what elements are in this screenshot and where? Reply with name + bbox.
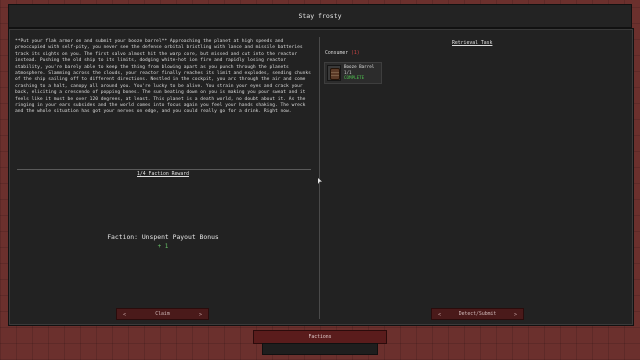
submit-prev-arrow[interactable]: < xyxy=(438,309,441,321)
claim-prev-arrow[interactable]: < xyxy=(123,309,126,321)
barrel-shape xyxy=(330,68,340,80)
consumer-text: Consumer xyxy=(325,51,349,56)
submit-button-label: Detect/Submit xyxy=(458,312,497,317)
submit-next-arrow[interactable]: > xyxy=(514,309,517,321)
claim-next-arrow[interactable]: > xyxy=(199,309,202,321)
item-card[interactable]: Booze Barrel 1/1 COMPLETE xyxy=(324,62,382,84)
window-title: Stay frosty xyxy=(298,12,342,20)
claim-button[interactable]: < Claim > xyxy=(116,308,209,320)
payout-label: Faction: Unspent Payout Bonus xyxy=(107,233,219,241)
hotbar xyxy=(262,343,378,355)
payout-value: + 1 xyxy=(157,243,169,250)
submit-button[interactable]: < Detect/Submit > xyxy=(431,308,524,320)
quest-description-panel: **Put your flak armor on and submit your… xyxy=(15,39,311,116)
factions-button[interactable]: Factions xyxy=(253,330,387,344)
consumer-label: Consumer (1) xyxy=(325,51,360,56)
quest-description: **Put your flak armor on and submit your… xyxy=(15,39,311,115)
item-name: Booze Barrel xyxy=(344,64,375,69)
panel-divider xyxy=(319,37,320,319)
reward-title[interactable]: 1/4 Faction Reward xyxy=(16,172,310,177)
consumer-count: (1) xyxy=(351,51,360,56)
quest-window: **Put your flak armor on and submit your… xyxy=(8,28,634,326)
booze-barrel-icon xyxy=(327,65,341,81)
claim-button-label: Claim xyxy=(155,312,170,317)
item-status: COMPLETE xyxy=(344,75,365,80)
left-divider xyxy=(17,169,311,170)
retrieval-task-title: Retrieval Task xyxy=(452,41,493,46)
